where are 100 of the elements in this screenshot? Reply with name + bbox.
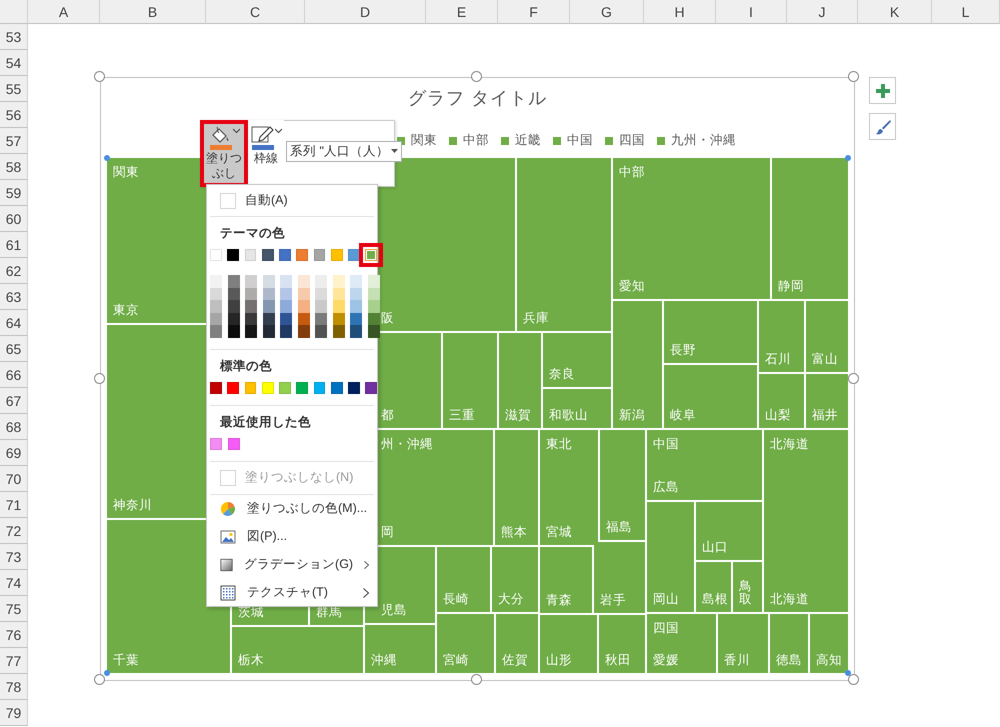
color-swatch[interactable] [279, 382, 291, 394]
color-swatch[interactable] [262, 312, 274, 326]
color-swatch[interactable] [330, 382, 342, 394]
color-swatch[interactable] [298, 288, 310, 300]
resize-handle[interactable] [471, 71, 482, 82]
column-header[interactable]: J [787, 0, 858, 24]
color-swatch[interactable] [245, 275, 257, 288]
color-swatch[interactable] [244, 382, 256, 394]
color-swatch[interactable] [348, 382, 360, 394]
color-swatch[interactable] [280, 275, 292, 288]
color-swatch[interactable] [298, 325, 310, 338]
row-header[interactable]: 56 [0, 102, 28, 128]
color-swatch[interactable] [368, 275, 380, 288]
color-swatch[interactable] [280, 300, 292, 313]
color-swatch[interactable] [228, 312, 240, 326]
color-swatch[interactable] [298, 300, 310, 313]
color-swatch[interactable] [350, 312, 362, 326]
color-swatch[interactable] [245, 300, 257, 313]
row-header[interactable]: 77 [0, 648, 28, 674]
column-header[interactable]: B [100, 0, 206, 24]
color-swatch[interactable] [245, 312, 257, 326]
row-header[interactable]: 70 [0, 466, 28, 492]
plot-handle[interactable] [104, 155, 110, 161]
row-header[interactable]: 54 [0, 50, 28, 76]
resize-handle[interactable] [848, 373, 859, 384]
color-swatch[interactable] [296, 382, 308, 394]
add-element-button[interactable] [869, 77, 896, 104]
color-swatch[interactable] [210, 249, 222, 261]
color-swatch[interactable] [315, 275, 327, 288]
row-header[interactable]: 68 [0, 414, 28, 440]
color-swatch[interactable] [227, 382, 239, 394]
resize-handle[interactable] [94, 674, 105, 685]
color-swatch[interactable] [210, 275, 222, 288]
color-swatch[interactable] [314, 249, 326, 261]
color-swatch[interactable] [298, 312, 310, 326]
color-swatch[interactable] [210, 382, 222, 394]
column-header[interactable]: H [644, 0, 716, 24]
color-swatch[interactable] [262, 249, 274, 261]
row-header[interactable]: 60 [0, 206, 28, 232]
color-swatch[interactable] [262, 288, 274, 300]
color-swatch[interactable] [330, 249, 342, 261]
color-swatch[interactable] [332, 312, 344, 326]
color-swatch[interactable] [350, 288, 362, 300]
column-header[interactable]: L [932, 0, 1000, 24]
color-swatch[interactable] [210, 300, 222, 313]
color-swatch[interactable] [332, 325, 344, 338]
color-swatch[interactable] [315, 312, 327, 326]
row-header[interactable]: 78 [0, 674, 28, 700]
color-swatch[interactable] [365, 382, 377, 394]
color-swatch[interactable] [228, 275, 240, 288]
column-header[interactable]: D [305, 0, 426, 24]
color-swatch[interactable] [350, 325, 362, 338]
color-swatch[interactable] [280, 325, 292, 338]
series-dropdown[interactable]: 系列 "人口（人） [286, 141, 402, 162]
row-header[interactable]: 61 [0, 232, 28, 258]
row-header[interactable]: 65 [0, 336, 28, 362]
row-header[interactable]: 75 [0, 596, 28, 622]
color-swatch[interactable] [210, 325, 222, 338]
row-header[interactable]: 76 [0, 622, 28, 648]
color-swatch[interactable] [210, 312, 222, 326]
column-header[interactable]: G [570, 0, 644, 24]
color-swatch[interactable] [368, 288, 380, 300]
color-swatch[interactable] [368, 325, 380, 338]
resize-handle[interactable] [94, 373, 105, 384]
resize-handle[interactable] [848, 71, 859, 82]
column-header[interactable]: F [498, 0, 570, 24]
row-header[interactable]: 53 [0, 24, 28, 50]
color-swatch[interactable] [279, 249, 291, 261]
resize-handle[interactable] [94, 71, 105, 82]
row-header[interactable]: 66 [0, 362, 28, 388]
color-swatch[interactable] [350, 300, 362, 313]
color-swatch[interactable] [315, 288, 327, 300]
row-header[interactable]: 55 [0, 76, 28, 102]
color-swatch[interactable] [332, 288, 344, 300]
row-header[interactable]: 58 [0, 154, 28, 180]
color-swatch[interactable] [315, 325, 327, 338]
color-swatch[interactable] [244, 249, 256, 261]
row-header[interactable]: 59 [0, 180, 28, 206]
color-swatch[interactable] [262, 300, 274, 313]
column-header[interactable]: A [28, 0, 100, 24]
row-header[interactable]: 62 [0, 258, 28, 284]
row-header[interactable]: 57 [0, 128, 28, 154]
row-header[interactable]: 64 [0, 310, 28, 336]
color-swatch[interactable] [348, 249, 360, 261]
row-header[interactable]: 71 [0, 492, 28, 518]
row-header[interactable]: 63 [0, 284, 28, 310]
color-swatch[interactable] [350, 275, 362, 288]
color-swatch[interactable] [227, 249, 239, 261]
plot-handle[interactable] [104, 670, 110, 676]
row-header[interactable]: 79 [0, 700, 28, 726]
fill-button[interactable]: 塗りつぶし [200, 120, 248, 187]
color-swatch[interactable] [332, 300, 344, 313]
color-swatch[interactable] [368, 312, 380, 326]
row-header[interactable]: 69 [0, 440, 28, 466]
color-swatch[interactable] [368, 300, 380, 313]
color-swatch[interactable] [228, 288, 240, 300]
plot-handle[interactable] [845, 670, 851, 676]
row-header[interactable]: 74 [0, 570, 28, 596]
column-header[interactable]: E [426, 0, 498, 24]
row-header[interactable]: 67 [0, 388, 28, 414]
